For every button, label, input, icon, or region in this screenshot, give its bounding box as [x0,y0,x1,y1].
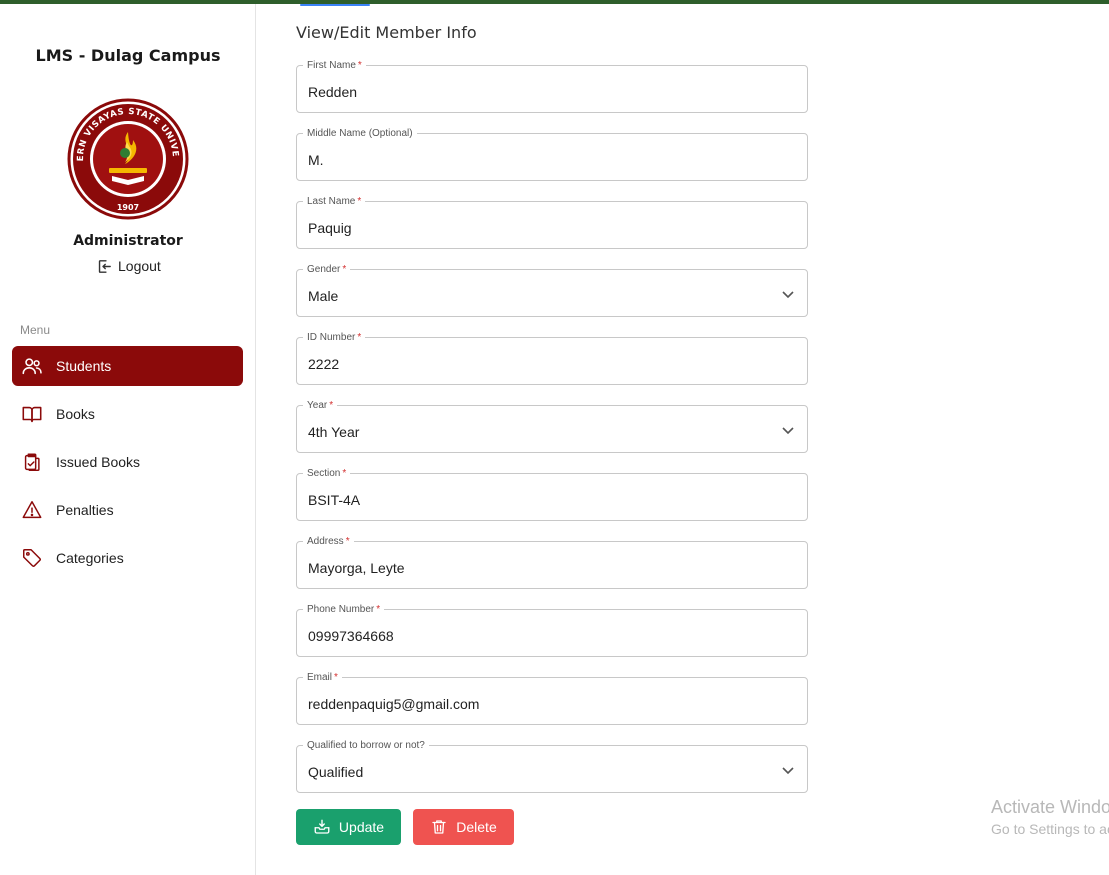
app-title: LMS - Dulag Campus [35,46,221,65]
university-logo: EASTERN VISAYAS STATE UNIVERSITY 1907 [67,98,189,220]
address-field[interactable]: Address * Mayorga, Leyte [296,536,808,589]
phone-number-value[interactable]: 09997364668 [308,628,394,644]
last-name-label: Last Name * [303,196,366,208]
year-select[interactable]: Year * 4th Year [296,400,808,453]
middle-name-field[interactable]: Middle Name (Optional) M. [296,128,808,181]
address-value[interactable]: Mayorga, Leyte [308,560,405,576]
email-value[interactable]: reddenpaquig5@gmail.com [308,696,479,712]
sidebar-item-penalties[interactable]: Penalties [12,490,243,530]
gender-select[interactable]: Gender * Male [296,264,808,317]
phone-number-field[interactable]: Phone Number * 09997364668 [296,604,808,657]
email-field[interactable]: Email * reddenpaquig5@gmail.com [296,672,808,725]
email-label: Email * [303,672,342,684]
delete-button[interactable]: Delete [413,809,514,845]
inbox-download-icon [314,819,330,834]
main-content: View/Edit Member Info First Name * Redden… [256,4,1109,875]
first-name-value[interactable]: Redden [308,84,357,100]
warning-icon [21,499,43,521]
id-number-label: ID Number * [303,332,366,344]
section-field[interactable]: Section * BSIT-4A [296,468,808,521]
sidebar: LMS - Dulag Campus EASTERN VISAYAS STATE… [0,4,256,875]
id-number-field[interactable]: ID Number * 2222 [296,332,808,385]
chevron-down-icon[interactable] [781,763,795,777]
sidebar-item-students[interactable]: Students [12,346,243,386]
sidebar-item-label: Students [56,358,112,374]
book-icon [21,403,43,425]
middle-name-label: Middle Name (Optional) [303,128,417,140]
logout-icon [98,259,111,273]
sidebar-item-label: Penalties [56,502,114,518]
phone-number-label: Phone Number * [303,604,385,616]
gender-label: Gender * [303,264,351,276]
menu-heading: Menu [20,323,51,337]
last-name-value[interactable]: Paquig [308,220,352,236]
section-value[interactable]: BSIT-4A [308,492,360,508]
year-value[interactable]: 4th Year [308,424,359,440]
section-label: Section * [303,468,351,480]
sidebar-item-issued-books[interactable]: Issued Books [12,442,243,482]
sidebar-item-label: Issued Books [56,454,141,470]
chevron-down-icon[interactable] [781,287,795,301]
delete-label: Delete [456,819,497,835]
year-label: Year * [303,400,338,412]
qualified-select[interactable]: Qualified to borrow or not? Qualified [296,740,808,793]
users-icon [21,355,43,377]
tag-icon [21,547,43,569]
chevron-down-icon[interactable] [781,423,795,437]
sidebar-item-label: Books [56,406,95,422]
last-name-field[interactable]: Last Name * Paquig [296,196,808,249]
address-label: Address * [303,536,354,548]
logo-year: 1907 [117,203,139,212]
first-name-label: First Name * [303,60,366,72]
id-number-value[interactable]: 2222 [308,356,339,372]
windows-activation-watermark: Activate Windows Go to Settings to activ… [991,796,1109,838]
watermark-title: Activate Windows [991,797,1109,817]
gender-value[interactable]: Male [308,288,338,304]
clipboard-check-icon [21,451,43,473]
middle-name-value[interactable]: M. [308,152,324,168]
trash-icon [432,820,446,834]
qualified-label: Qualified to borrow or not? [303,740,429,752]
page-title: View/Edit Member Info [296,23,477,42]
first-name-field[interactable]: First Name * Redden [296,60,808,113]
sidebar-nav: Students Books Issued Books Penalties Ca… [12,346,243,586]
logout-button[interactable]: Logout [96,256,161,276]
update-label: Update [338,819,385,835]
sidebar-item-label: Categories [56,550,124,566]
scroll-indicator [300,4,370,6]
sidebar-item-books[interactable]: Books [12,394,243,434]
update-button[interactable]: Update [296,809,401,845]
user-role: Administrator [73,233,183,249]
qualified-value[interactable]: Qualified [308,764,363,780]
watermark-subtitle: Go to Settings to activate Windows. [991,821,1109,837]
logout-label: Logout [118,258,161,274]
sidebar-item-categories[interactable]: Categories [12,538,243,578]
